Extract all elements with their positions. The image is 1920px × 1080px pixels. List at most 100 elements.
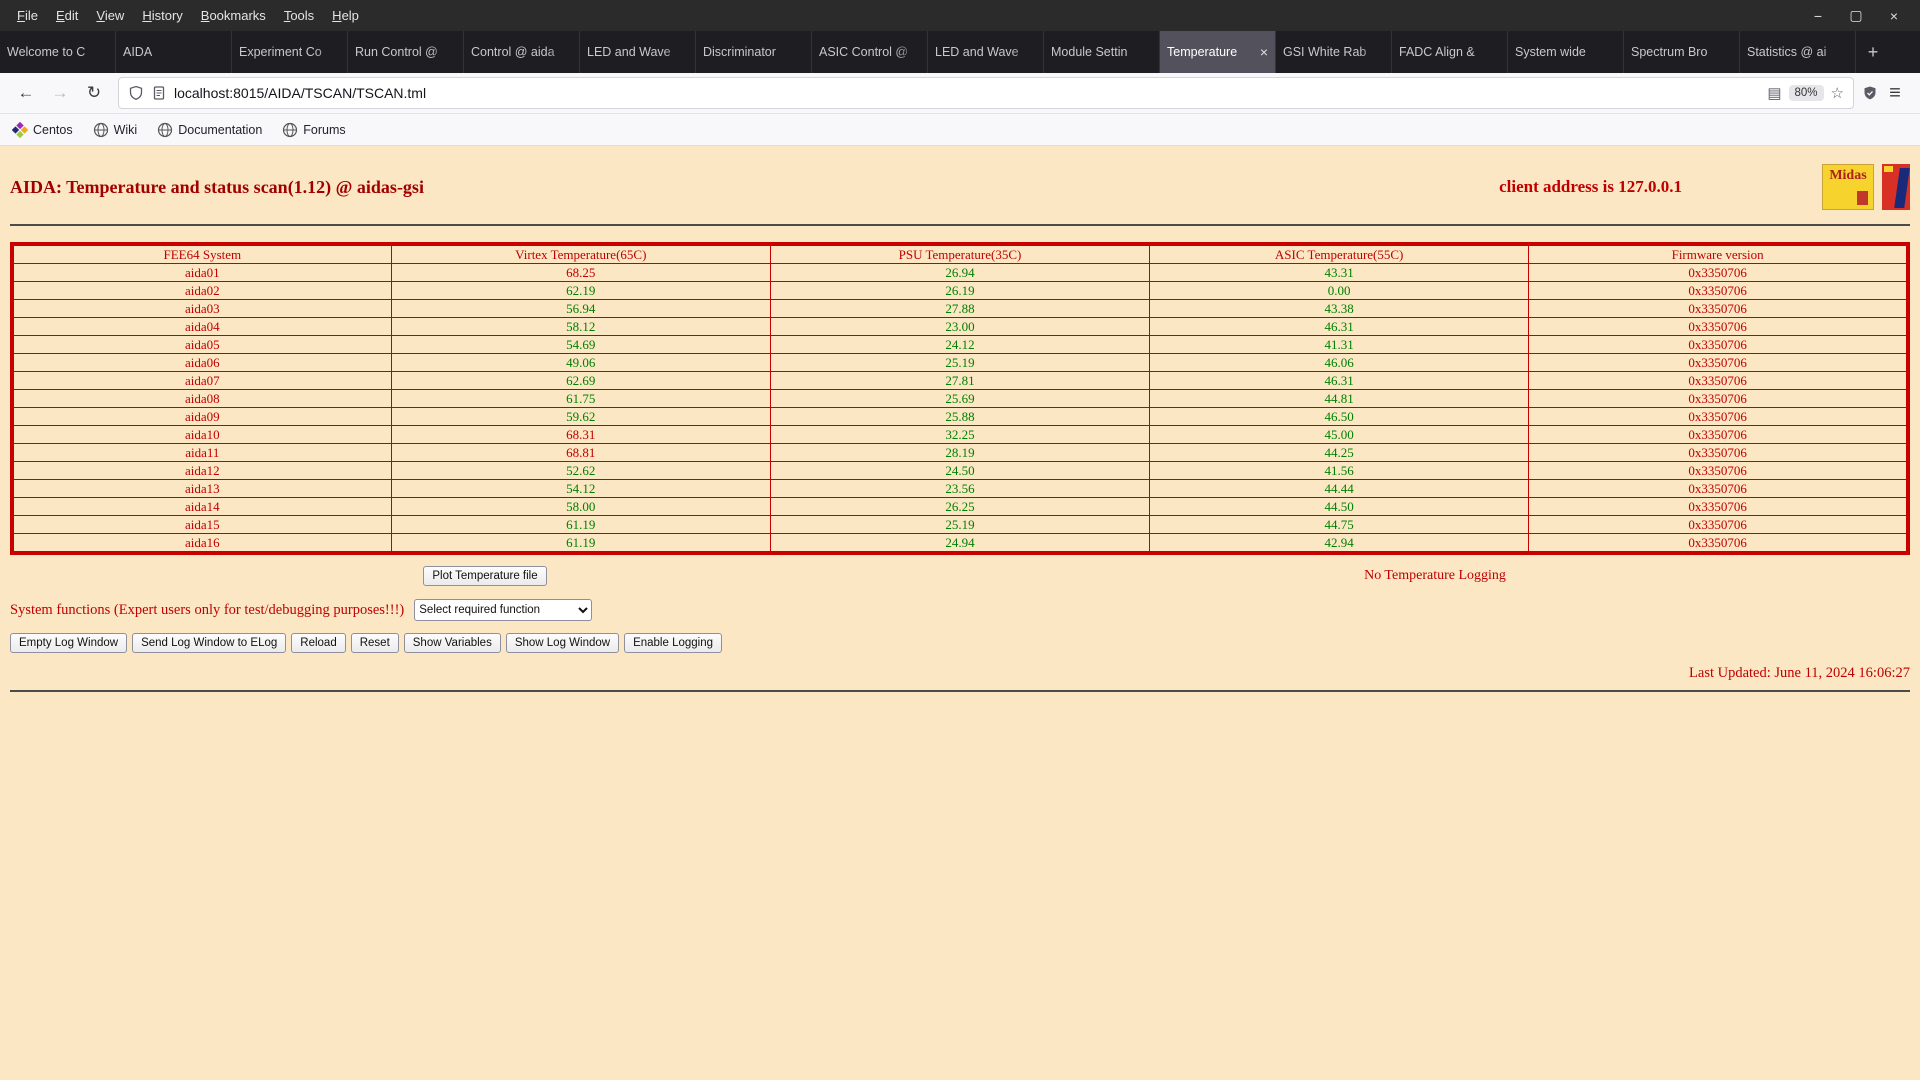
tab-close-icon[interactable]: × (1260, 44, 1268, 60)
temperature-cell: 24.12 (769, 335, 1151, 354)
new-tab-button[interactable]: + (1856, 31, 1890, 73)
header-asic-temperature: ASIC Temperature(55C) (1149, 243, 1530, 264)
page-info-icon[interactable] (151, 85, 167, 101)
bookmark-wiki[interactable]: Wiki (93, 122, 137, 138)
firmware-cell: 0x3350706 (1528, 335, 1909, 354)
reader-mode-icon[interactable]: ▤ (1767, 84, 1781, 102)
temperature-cell: 46.50 (1149, 407, 1530, 426)
bookmark-star-icon[interactable]: ☆ (1831, 84, 1844, 102)
browser-tab[interactable]: GSI White Rab (1276, 31, 1392, 73)
app-menu-icon[interactable]: ≡ (1880, 82, 1910, 105)
reload-button[interactable]: Reload (291, 633, 346, 653)
globe-icon (158, 122, 173, 137)
fee64-system-cell: aida15 (11, 515, 392, 534)
show-log-window-button[interactable]: Show Log Window (505, 633, 620, 653)
logging-status-cell: No Temperature Logging (960, 568, 1910, 584)
header-fee64-system: FEE64 System (11, 243, 392, 264)
tab-label: Experiment Co (239, 45, 322, 59)
bookmark-centos[interactable]: Centos (12, 121, 73, 138)
tab-label: Module Settin (1051, 45, 1128, 59)
firmware-cell: 0x3350706 (1528, 461, 1909, 480)
page-title: AIDA: Temperature and status scan(1.12) … (10, 176, 424, 197)
tab-label: LED and Wave (587, 45, 671, 59)
menu-edit[interactable]: Edit (47, 0, 87, 31)
firmware-cell: 0x3350706 (1528, 479, 1909, 498)
temperature-cell: 27.81 (769, 371, 1151, 390)
temperature-cell: 32.25 (769, 425, 1151, 444)
temperature-cell: 62.19 (390, 281, 771, 300)
browser-tab-active[interactable]: Temperature × (1160, 31, 1276, 73)
reload-button[interactable]: ↻ (78, 78, 110, 108)
browser-tab[interactable]: Welcome to C (0, 31, 116, 73)
fee64-system-cell: aida10 (11, 425, 392, 444)
midas-logo-figure (1857, 191, 1868, 205)
tab-label: Temperature (1167, 45, 1238, 59)
browser-tab[interactable]: FADC Align & (1392, 31, 1508, 73)
temperature-cell: 68.25 (390, 263, 771, 282)
menu-view[interactable]: View (87, 0, 133, 31)
tab-label: Statistics @ ai (1747, 45, 1827, 59)
browser-tab[interactable]: ASIC Control @ (812, 31, 928, 73)
firmware-cell: 0x3350706 (1528, 497, 1909, 516)
minimize-button[interactable]: − (1804, 8, 1832, 24)
menu-help[interactable]: Help (323, 0, 368, 31)
browser-tab[interactable]: LED and Wave (928, 31, 1044, 73)
browser-tab[interactable]: Run Control @ (348, 31, 464, 73)
forward-button[interactable]: → (44, 78, 76, 108)
back-button[interactable]: ← (10, 78, 42, 108)
browser-tab[interactable]: Spectrum Bro (1624, 31, 1740, 73)
menu-bookmarks[interactable]: Bookmarks (192, 0, 275, 31)
temperature-cell: 25.88 (769, 407, 1151, 426)
browser-tab[interactable]: LED and Wave (580, 31, 696, 73)
temperature-cell: 54.12 (390, 479, 771, 498)
table-row: aida08 61.75 25.69 44.81 0x3350706 (11, 389, 1909, 408)
bookmark-documentation[interactable]: Documentation (157, 122, 262, 138)
table-row: aida06 49.06 25.19 46.06 0x3350706 (11, 353, 1909, 372)
zoom-level-indicator[interactable]: 80% (1788, 85, 1824, 101)
firmware-cell: 0x3350706 (1528, 533, 1909, 554)
temperature-cell: 25.19 (769, 353, 1151, 372)
empty-log-window-button[interactable]: Empty Log Window (10, 633, 128, 653)
system-functions-row: System functions (Expert users only for … (10, 599, 1910, 621)
browser-tab[interactable]: Experiment Co (232, 31, 348, 73)
plot-button-cell: Plot Temperature file (10, 566, 960, 586)
enable-logging-button[interactable]: Enable Logging (624, 633, 723, 653)
url-bar[interactable]: localhost:8015/AIDA/TSCAN/TSCAN.tml ▤ 80… (118, 77, 1854, 109)
reset-button[interactable]: Reset (350, 633, 399, 653)
tab-label: Run Control @ (355, 45, 438, 59)
bookmark-forums[interactable]: Forums (282, 122, 346, 138)
fee64-system-cell: aida14 (11, 497, 392, 516)
menu-tools[interactable]: Tools (275, 0, 323, 31)
function-select[interactable]: Select required function (414, 599, 593, 621)
browser-tab[interactable]: AIDA (116, 31, 232, 73)
client-address-text: client address is 127.0.0.1 (1499, 177, 1682, 196)
browser-tab[interactable]: Module Settin (1044, 31, 1160, 73)
firmware-cell: 0x3350706 (1528, 299, 1909, 318)
show-variables-button[interactable]: Show Variables (403, 633, 501, 653)
browser-tab[interactable]: Statistics @ ai (1740, 31, 1856, 73)
table-row: aida14 58.00 26.25 44.50 0x3350706 (11, 497, 1909, 516)
maximize-button[interactable]: ▢ (1842, 7, 1870, 24)
browser-tab[interactable]: Control @ aida (464, 31, 580, 73)
browser-tab[interactable]: Discriminator (696, 31, 812, 73)
menu-history[interactable]: History (133, 0, 191, 31)
logging-status-text: No Temperature Logging (1364, 568, 1506, 583)
table-row: aida01 68.25 26.94 43.31 0x3350706 (11, 263, 1909, 282)
close-button[interactable]: × (1880, 8, 1908, 24)
navigation-toolbar: ← → ↻ localhost:8015/AIDA/TSCAN/TSCAN.tm… (0, 73, 1920, 114)
firmware-cell: 0x3350706 (1528, 281, 1909, 300)
plot-temperature-file-button[interactable]: Plot Temperature file (423, 566, 547, 586)
firmware-cell: 0x3350706 (1528, 425, 1909, 444)
temperature-scan-table: FEE64 System Virtex Temperature(65C) PSU… (10, 242, 1910, 555)
browser-tab[interactable]: System wide (1508, 31, 1624, 73)
header-virtex-temperature: Virtex Temperature(65C) (390, 243, 771, 264)
send-log-window-to-elog-button[interactable]: Send Log Window to ELog (132, 633, 287, 653)
temperature-cell: 44.75 (1149, 515, 1530, 534)
table-row: aida12 52.62 24.50 41.56 0x3350706 (11, 461, 1909, 480)
temperature-cell: 54.69 (390, 335, 771, 354)
temperature-cell: 44.44 (1149, 479, 1530, 498)
fee64-system-cell: aida01 (11, 263, 392, 282)
protections-shield-icon[interactable] (1862, 85, 1878, 101)
menu-file[interactable]: File (8, 0, 47, 31)
shield-icon[interactable] (128, 85, 144, 101)
